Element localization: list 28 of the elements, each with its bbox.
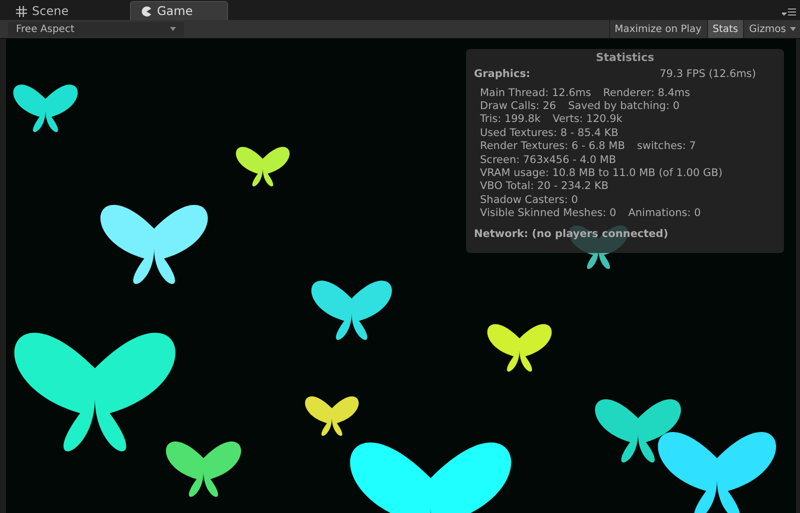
network-text: Network: (no players connected) <box>474 228 670 240</box>
pacman-icon <box>141 6 152 16</box>
caret-icon <box>790 27 796 31</box>
aspect-dropdown[interactable]: Free Aspect <box>8 22 184 36</box>
stat-text: Draw Calls: 26 <box>480 100 556 112</box>
stat-text: Visible Skinned Meshes: 0 <box>480 207 616 220</box>
menu-icon[interactable] <box>782 8 796 16</box>
tab[interactable]: Scene <box>6 2 110 20</box>
stat-text: Used Textures: 8 - 85.4 KB <box>480 126 618 139</box>
stat-text: Render Textures: 6 - 6.8 MB <box>480 140 625 152</box>
caret-icon <box>170 27 176 31</box>
stat-text: Renderer: 8.4ms <box>603 86 690 99</box>
stat-text: Screen: 763x456 - 4.0 MB <box>480 154 616 166</box>
stat-text: Tris: 199.8k <box>480 113 541 126</box>
grid-icon <box>16 6 27 16</box>
panel-title: Statistics <box>594 51 656 64</box>
stat-text: Shadow Casters: 0 <box>480 194 578 206</box>
stat-text: Verts: 120.9k <box>552 113 622 126</box>
stat-text: Saved by batching: 0 <box>568 100 680 112</box>
toggle-button[interactable]: Stats <box>706 20 744 38</box>
section-label: Graphics: <box>474 68 530 80</box>
stat-text: Animations: 0 <box>628 207 701 220</box>
fps-text: 79.3 FPS (12.6ms) <box>660 68 756 80</box>
stat-text: VBO Total: 20 - 234.2 KB <box>480 180 609 192</box>
tab[interactable]: Game <box>130 1 228 20</box>
stat-text: VRAM usage: 10.8 MB to 11.0 MB (of 1.00 GB) <box>480 167 722 180</box>
stat-text: switches: 7 <box>636 140 696 152</box>
stat-text: Main Thread: 12.6ms <box>480 86 592 99</box>
